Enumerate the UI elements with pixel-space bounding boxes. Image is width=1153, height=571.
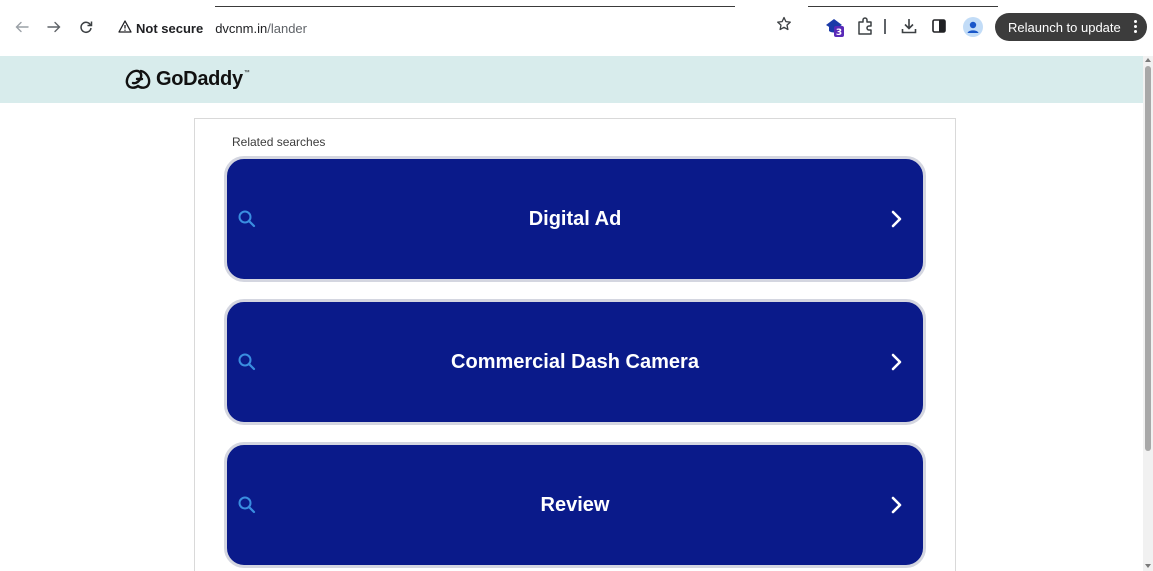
logo-trademark: ™ [243,70,250,76]
page-scrollbar[interactable] [1143,56,1153,571]
url-text[interactable]: dvcnm.in/lander [215,21,307,36]
side-panel-icon[interactable] [932,19,946,33]
logo-text: GoDaddy [156,67,243,90]
chevron-right-icon [891,496,903,514]
chevron-right-icon [891,353,903,371]
page-viewport: GoDaddy ™ Related searches Digital Ad Com… [0,56,1143,571]
url-path: /lander [267,20,307,36]
profile-avatar-icon[interactable] [963,17,983,37]
more-menu-icon [1133,20,1138,34]
scrollbar-thumb[interactable] [1145,66,1151,451]
warning-triangle-icon [118,20,132,36]
reload-icon[interactable] [76,17,96,37]
search-result-button[interactable]: Digital Ad [224,156,926,282]
chevron-right-icon [891,210,903,228]
toolbar-divider [884,19,886,34]
relaunch-label: Relaunch to update [1008,19,1121,35]
related-searches-heading: Related searches [232,135,326,149]
relaunch-button[interactable]: Relaunch to update [995,13,1147,41]
security-indicator[interactable]: Not secure [118,20,203,36]
search-icon [237,495,257,515]
security-label: Not secure [136,20,204,36]
back-arrow-icon[interactable] [12,17,32,37]
godaddy-mark-icon [125,69,151,89]
search-icon [237,352,257,372]
extension-badge: 3 [836,28,842,38]
search-result-label: Commercial Dash Camera [451,350,699,373]
tab-strip-edge [215,6,735,7]
tab-strip-edge-right [808,6,998,7]
related-searches-panel: Related searches Digital Ad Commercial D… [194,118,956,571]
scroll-up-arrow-icon[interactable] [1145,58,1151,62]
forward-arrow-icon[interactable] [44,17,64,37]
bookmark-star-icon[interactable] [776,16,792,37]
scroll-down-arrow-icon[interactable] [1145,564,1151,568]
search-result-label: Review [540,493,610,516]
search-result-label: Digital Ad [528,207,622,230]
address-bar[interactable]: Not secure dvcnm.in/lander [108,14,808,42]
url-host: dvcnm.in [215,20,268,36]
godaddy-logo[interactable]: GoDaddy ™ [124,66,250,92]
page-header: GoDaddy ™ [0,56,1143,103]
extensions-puzzle-icon[interactable] [856,16,874,36]
extension-icon[interactable]: 3 [824,16,846,38]
search-result-button[interactable]: Commercial Dash Camera [224,299,926,425]
browser-toolbar: Not secure dvcnm.in/lander 3 Relaunch to… [0,0,1153,56]
search-result-button[interactable]: Review [224,442,926,568]
download-icon[interactable] [900,17,918,35]
search-icon [237,209,257,229]
